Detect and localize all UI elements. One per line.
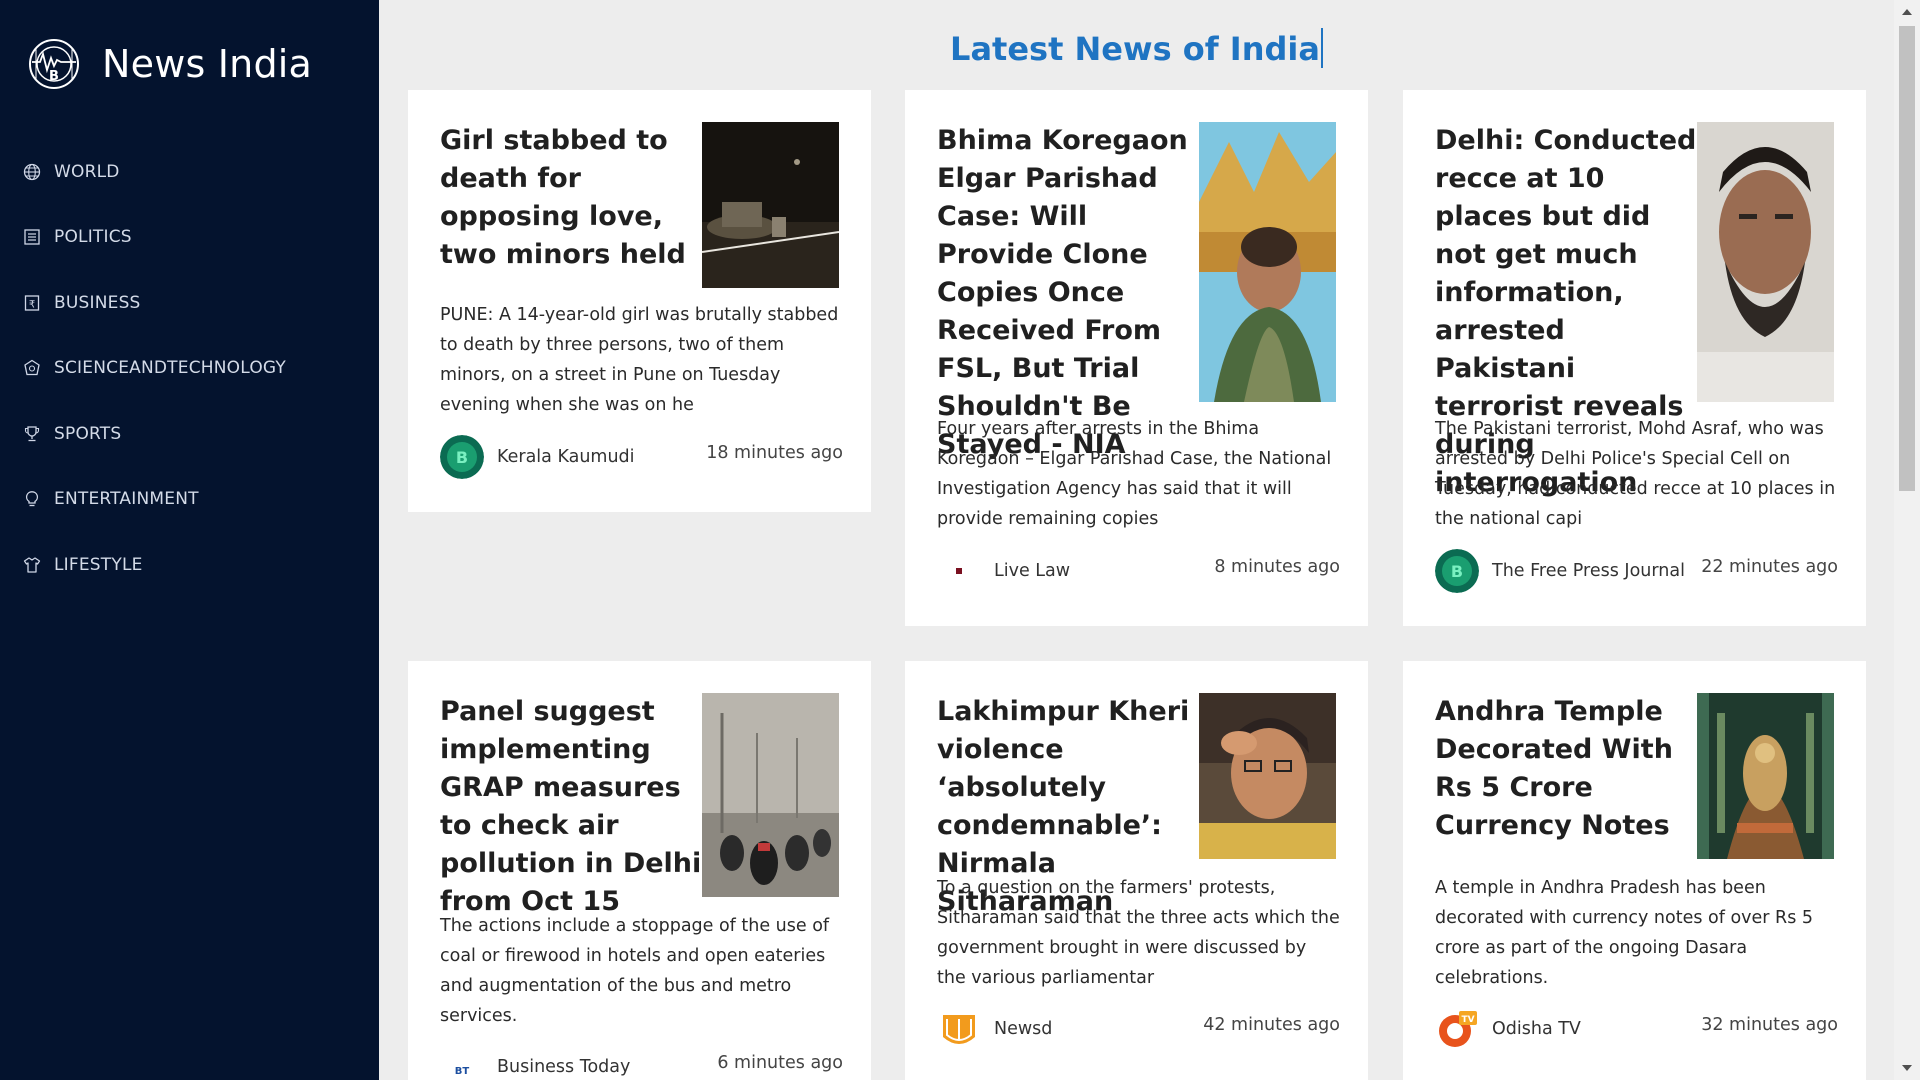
article-title[interactable]: Andhra Temple Decorated With Rs 5 Crore … <box>1435 693 1697 845</box>
sidebar-item-label: POLITICS <box>54 227 132 248</box>
article-description: PUNE: A 14-year-old girl was brutally st… <box>440 305 839 415</box>
brand-name: News India <box>102 42 313 86</box>
main-content: Latest News of India Girl stabbed to dea… <box>379 0 1894 1080</box>
article-description: The actions include a stoppage of the us… <box>440 916 830 1026</box>
sidebar-item-label: SCIENCEANDTECHNOLOGY <box>54 358 287 379</box>
sidebar-item-lifestyle[interactable]: LIFESTYLE <box>0 532 379 598</box>
rupee-icon: ₹ <box>22 293 42 313</box>
sidebar-item-label: BUSINESS <box>54 292 141 313</box>
text-caret <box>1320 28 1323 68</box>
article-footer: Newsd 42 minutes ago <box>937 1007 1340 1053</box>
article-footer: B Kerala Kaumudi 18 minutes ago <box>440 435 843 481</box>
article-title[interactable]: Panel suggest implementing GRAP measures… <box>440 693 702 921</box>
news-card[interactable]: Delhi: Conducted recce at 10 places but … <box>1403 90 1866 626</box>
news-card[interactable]: Lakhimpur Kheri violence ‘absolutely con… <box>905 661 1368 1080</box>
sidebar-item-label: WORLD <box>54 161 120 182</box>
shirt-icon <box>22 555 42 575</box>
source-logo-text: BT <box>455 1066 470 1077</box>
source-name[interactable]: Business Today <box>497 1057 630 1077</box>
source-name[interactable]: Live Law <box>994 561 1070 581</box>
published-time: 42 minutes ago <box>1203 1015 1340 1035</box>
sidebar-item-label: ENTERTAINMENT <box>54 489 199 510</box>
sidebar-item-business[interactable]: ₹ BUSINESS <box>0 270 379 336</box>
article-description: The Pakistani terrorist, Mohd Asraf, who… <box>1435 419 1836 529</box>
article-title[interactable]: Girl stabbed to death for opposing love,… <box>440 122 702 274</box>
article-thumbnail[interactable] <box>1697 122 1834 402</box>
article-description: Four years after arrests in the Bhima Ko… <box>937 419 1332 529</box>
article-description: To a question on the farmers' protests, … <box>937 878 1340 988</box>
scroll-up-arrow-icon[interactable] <box>1894 2 1920 22</box>
published-time: 8 minutes ago <box>1214 557 1340 577</box>
sidebar-item-scienceandtechnology[interactable]: SCIENCEANDTECHNOLOGY <box>0 336 379 402</box>
page-title: Latest News of India <box>379 28 1894 68</box>
article-thumbnail[interactable] <box>1697 693 1834 859</box>
published-time: 18 minutes ago <box>706 443 843 463</box>
sidebar: B News India WORLD POLITICS ₹ BUSINESS S… <box>0 0 379 1080</box>
article-title[interactable]: Bhima Koregaon Elgar Parishad Case: Will… <box>937 122 1199 464</box>
bulb-icon <box>22 489 42 509</box>
source-name[interactable]: Newsd <box>994 1019 1052 1039</box>
published-time: 22 minutes ago <box>1701 557 1838 577</box>
source-logo-text: TV <box>1461 1015 1474 1025</box>
published-time: 32 minutes ago <box>1701 1015 1838 1035</box>
source-logo-icon <box>937 549 981 593</box>
building-icon <box>22 227 42 247</box>
vertical-scrollbar[interactable] <box>1894 0 1920 1080</box>
article-thumbnail[interactable] <box>702 122 839 288</box>
article-thumbnail[interactable] <box>1199 122 1336 402</box>
sidebar-item-label: SPORTS <box>54 423 122 444</box>
article-footer: BT Business Today 6 minutes ago <box>440 1045 843 1080</box>
scrollbar-thumb[interactable] <box>1899 26 1915 491</box>
page-title-text: Latest News of India <box>950 30 1320 68</box>
article-thumbnail[interactable] <box>702 693 839 897</box>
sidebar-item-sports[interactable]: SPORTS <box>0 401 379 467</box>
svg-text:B: B <box>456 448 468 467</box>
atom-icon <box>22 358 42 378</box>
published-time: 6 minutes ago <box>717 1053 843 1073</box>
svg-text:₹: ₹ <box>29 299 35 310</box>
source-logo-icon: BT <box>440 1045 484 1080</box>
globe-icon <box>22 162 42 182</box>
source-logo-icon: B <box>1435 549 1479 593</box>
scroll-down-arrow-icon[interactable] <box>1894 1058 1920 1078</box>
svg-text:B: B <box>49 69 59 84</box>
article-footer: B The Free Press Journal 22 minutes ago <box>1435 549 1838 595</box>
article-thumbnail[interactable] <box>1199 693 1336 859</box>
source-logo-icon: B <box>440 435 484 479</box>
sidebar-item-label: LIFESTYLE <box>54 554 143 575</box>
sidebar-item-entertainment[interactable]: ENTERTAINMENT <box>0 467 379 533</box>
source-name[interactable]: Kerala Kaumudi <box>497 447 635 467</box>
bitcoin-logo-icon: B <box>29 39 79 89</box>
sidebar-nav: WORLD POLITICS ₹ BUSINESS SCIENCEANDTECH… <box>0 139 379 598</box>
news-card[interactable]: Bhima Koregaon Elgar Parishad Case: Will… <box>905 90 1368 626</box>
source-name[interactable]: The Free Press Journal <box>1492 561 1685 581</box>
article-description: A temple in Andhra Pradesh has been deco… <box>1435 878 1814 988</box>
news-card[interactable]: Panel suggest implementing GRAP measures… <box>408 661 871 1080</box>
sidebar-item-politics[interactable]: POLITICS <box>0 205 379 271</box>
source-logo-icon: TV <box>1435 1007 1479 1051</box>
svg-text:B: B <box>1451 562 1463 581</box>
sidebar-item-world[interactable]: WORLD <box>0 139 379 205</box>
trophy-icon <box>22 424 42 444</box>
source-logo-icon <box>937 1007 981 1051</box>
article-footer: TV Odisha TV 32 minutes ago <box>1435 1007 1838 1053</box>
source-name[interactable]: Odisha TV <box>1492 1019 1581 1039</box>
article-footer: Live Law 8 minutes ago <box>937 549 1340 595</box>
brand[interactable]: B News India <box>26 36 312 92</box>
news-card[interactable]: Andhra Temple Decorated With Rs 5 Crore … <box>1403 661 1866 1080</box>
news-card[interactable]: Girl stabbed to death for opposing love,… <box>408 90 871 512</box>
